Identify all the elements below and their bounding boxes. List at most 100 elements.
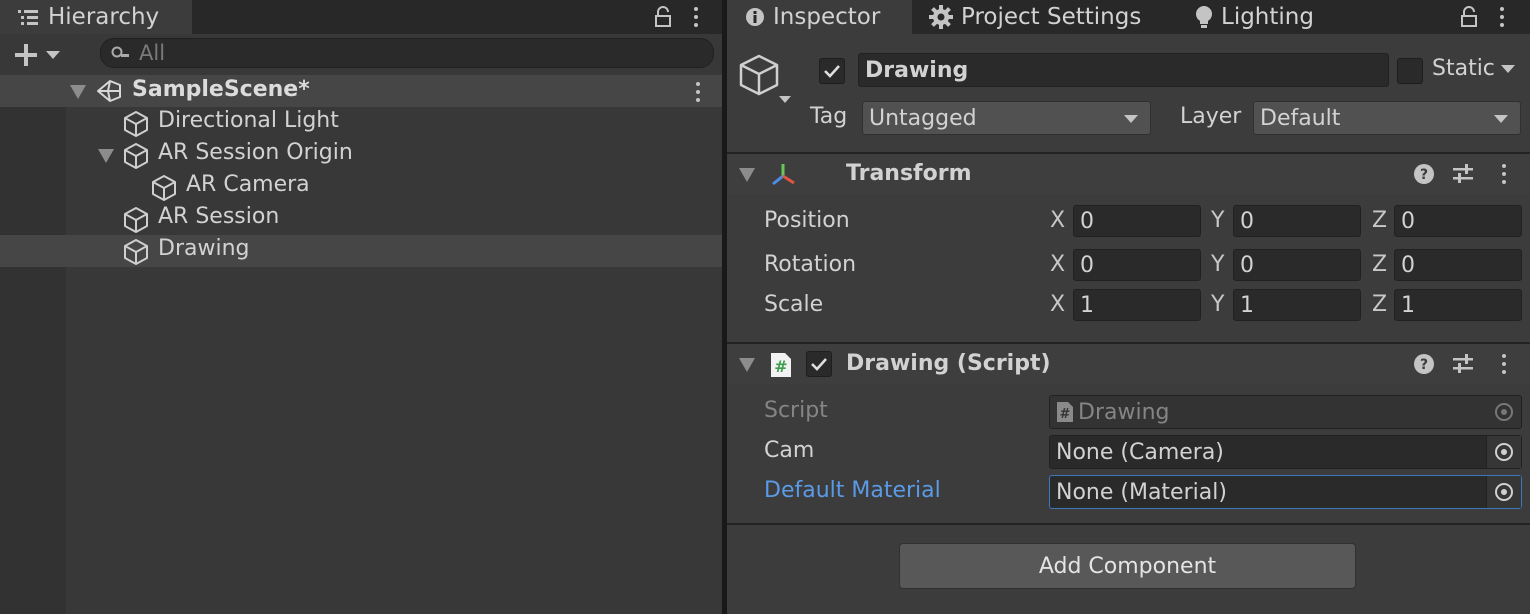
help-icon[interactable]: ? — [1413, 353, 1435, 375]
list-item-label: AR Camera — [186, 172, 310, 197]
script-component-header[interactable]: # Drawing (Script) ? — [727, 344, 1530, 384]
inspector-panel: Inspector Project Settings Lighting Draw… — [727, 0, 1530, 614]
rotation-z-input[interactable]: 0 — [1394, 249, 1522, 281]
scale-y-input[interactable]: 1 — [1233, 289, 1361, 321]
object-picker-icon[interactable] — [1486, 436, 1521, 468]
scale-y-value: 1 — [1240, 292, 1254, 318]
cube-icon — [122, 206, 150, 234]
svg-text:#: # — [774, 357, 787, 376]
transform-menu-icon[interactable] — [1502, 164, 1506, 184]
scene-name: SampleScene* — [132, 77, 310, 102]
scale-label: Scale — [764, 292, 824, 317]
script-enabled-checkbox[interactable] — [806, 351, 832, 377]
csharp-script-icon: # — [769, 352, 793, 378]
list-item-selected[interactable]: Drawing — [0, 235, 722, 267]
list-item-label: Directional Light — [158, 108, 339, 133]
tab-hierarchy[interactable]: Hierarchy — [0, 0, 192, 34]
axis-x-label: X — [1050, 208, 1066, 233]
axis-y-label: Y — [1211, 292, 1225, 317]
scale-z-input[interactable]: 1 — [1394, 289, 1522, 321]
tag-dropdown[interactable]: Untagged — [862, 101, 1151, 135]
tag-label: Tag — [810, 104, 848, 129]
axis-x-label: X — [1050, 292, 1066, 317]
list-item[interactable]: Directional Light — [0, 107, 722, 139]
tab-lighting-label: Lighting — [1221, 4, 1314, 30]
hierarchy-menu-icon[interactable] — [694, 7, 698, 27]
script-component-menu-icon[interactable] — [1502, 354, 1506, 374]
rotation-y-value: 0 — [1240, 252, 1254, 278]
script-object-field: # Drawing — [1049, 395, 1522, 429]
tab-inspector[interactable]: Inspector — [727, 0, 912, 34]
object-picker-icon[interactable] — [1486, 476, 1521, 508]
chevron-down-icon — [1124, 115, 1138, 123]
add-component-button[interactable]: Add Component — [899, 543, 1356, 589]
axis-z-label: Z — [1372, 208, 1388, 233]
presets-icon[interactable] — [1452, 163, 1474, 185]
position-x-input[interactable]: 0 — [1073, 205, 1201, 237]
active-checkbox[interactable] — [819, 58, 845, 84]
rotation-x-value: 0 — [1080, 252, 1094, 278]
static-checkbox[interactable] — [1397, 58, 1423, 84]
rotation-x-input[interactable]: 0 — [1073, 249, 1201, 281]
position-z-value: 0 — [1401, 208, 1415, 234]
hierarchy-search-input[interactable]: All — [100, 38, 714, 68]
list-icon — [18, 8, 40, 26]
svg-text:#: # — [1060, 407, 1071, 422]
default-material-object-field[interactable]: None (Material) — [1049, 475, 1522, 509]
hierarchy-tab-bar: Hierarchy — [0, 0, 722, 34]
lock-icon[interactable] — [654, 6, 672, 28]
material-field-value: None (Material) — [1056, 479, 1227, 505]
unity-scene-icon — [96, 79, 122, 103]
scale-x-input[interactable]: 1 — [1073, 289, 1201, 321]
collapse-triangle-icon[interactable] — [739, 358, 755, 372]
transform-title: Transform — [846, 161, 972, 186]
position-x-value: 0 — [1080, 208, 1094, 234]
tab-project-settings-label: Project Settings — [961, 4, 1142, 30]
rotation-z-value: 0 — [1401, 252, 1415, 278]
transform-icon — [769, 162, 797, 188]
svg-text:?: ? — [1420, 357, 1428, 373]
layer-dropdown[interactable]: Default — [1253, 101, 1521, 135]
static-dropdown[interactable]: Static — [1432, 56, 1515, 81]
create-button[interactable] — [14, 42, 68, 68]
gameobject-cube-icon[interactable] — [739, 54, 783, 100]
scene-menu-icon[interactable] — [696, 82, 700, 102]
position-z-input[interactable]: 0 — [1394, 205, 1522, 237]
script-field-label: Script — [764, 398, 828, 423]
plus-icon — [14, 43, 38, 67]
expand-triangle-icon[interactable] — [98, 149, 114, 163]
cam-object-field[interactable]: None (Camera) — [1049, 435, 1522, 469]
expand-triangle-icon[interactable] — [70, 85, 86, 99]
rotation-y-input[interactable]: 0 — [1233, 249, 1361, 281]
rotation-label: Rotation — [764, 252, 857, 277]
tab-hierarchy-label: Hierarchy — [48, 4, 160, 30]
axis-z-label: Z — [1372, 292, 1388, 317]
chevron-down-icon — [1494, 115, 1508, 123]
tab-lighting[interactable]: Lighting — [1195, 0, 1314, 34]
position-y-value: 0 — [1240, 208, 1254, 234]
static-label: Static — [1432, 56, 1495, 81]
hierarchy-panel: Hierarchy All SampleScene* Directional L… — [0, 0, 722, 614]
chevron-down-icon[interactable] — [779, 96, 791, 103]
presets-icon[interactable] — [1452, 353, 1474, 375]
svg-text:?: ? — [1420, 167, 1428, 183]
list-item[interactable]: AR Session — [0, 203, 722, 235]
collapse-triangle-icon[interactable] — [739, 168, 755, 182]
lock-icon[interactable] — [1460, 6, 1478, 28]
position-y-input[interactable]: 0 — [1233, 205, 1361, 237]
transform-header[interactable]: Transform ? — [727, 154, 1530, 194]
layer-value: Default — [1260, 105, 1341, 131]
list-item[interactable]: AR Camera — [0, 171, 722, 203]
object-name-input[interactable]: Drawing — [858, 53, 1389, 87]
list-item-label: Drawing — [158, 236, 250, 261]
help-icon[interactable]: ? — [1413, 163, 1435, 185]
list-item-label: AR Session Origin — [158, 140, 353, 165]
chevron-down-icon — [1500, 64, 1515, 73]
tab-project-settings[interactable]: Project Settings — [929, 0, 1141, 34]
default-material-label: Default Material — [764, 478, 941, 503]
inspector-menu-icon[interactable] — [1500, 7, 1504, 27]
scene-row[interactable]: SampleScene* — [0, 75, 722, 107]
chevron-down-icon — [46, 51, 60, 59]
cube-icon — [122, 238, 150, 266]
list-item[interactable]: AR Session Origin — [0, 139, 722, 171]
